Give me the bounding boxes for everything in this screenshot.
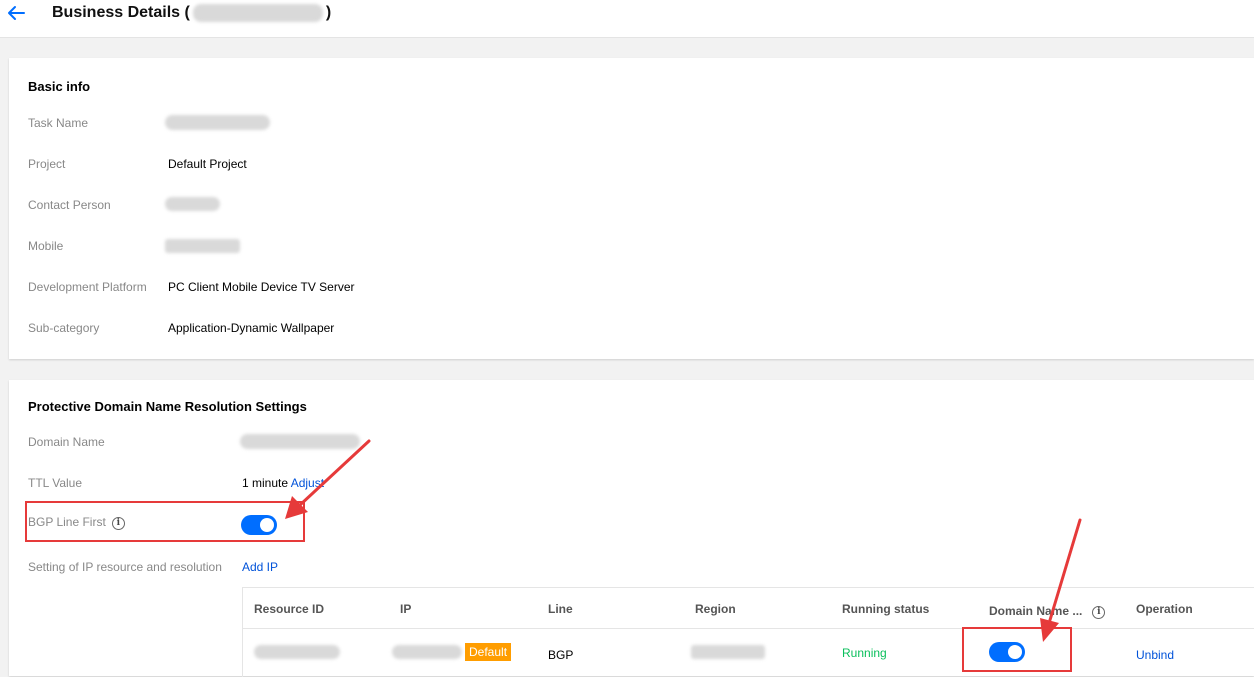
column-header-region: Region bbox=[695, 602, 736, 616]
column-header-running-status: Running status bbox=[842, 602, 930, 616]
redacted-ip bbox=[392, 645, 462, 659]
development-platform-value: PC Client Mobile Device TV Server bbox=[168, 280, 355, 294]
ip-resource-table: Resource ID IP Line Region Running statu… bbox=[242, 587, 1254, 677]
project-value: Default Project bbox=[168, 157, 247, 171]
redacted-mobile bbox=[165, 239, 240, 253]
ttl-value-group: 1 minute Adjust bbox=[242, 476, 324, 490]
redacted-business-name bbox=[192, 4, 323, 22]
info-circle-icon[interactable]: i bbox=[1092, 606, 1106, 619]
basic-info-card: Basic info Task Name Project Default Pro… bbox=[9, 58, 1254, 359]
arrow-left-icon[interactable] bbox=[7, 5, 25, 21]
redacted-resource-id bbox=[254, 645, 340, 659]
redacted-contact-person bbox=[165, 197, 220, 211]
line-value: BGP bbox=[548, 648, 574, 662]
redacted-task-name bbox=[165, 115, 270, 130]
project-label: Project bbox=[28, 157, 66, 171]
development-platform-label: Development Platform bbox=[28, 280, 147, 294]
sub-category-label: Sub-category bbox=[28, 321, 100, 335]
sub-category-value: Application-Dynamic Wallpaper bbox=[168, 321, 335, 335]
default-badge: Default bbox=[465, 643, 512, 661]
add-ip-link[interactable]: Add IP bbox=[242, 560, 278, 574]
domain-name-label: Domain Name bbox=[28, 435, 105, 449]
redacted-domain-name bbox=[240, 434, 360, 449]
table-header: Resource ID IP Line Region Running statu… bbox=[243, 588, 1254, 629]
column-header-line: Line bbox=[548, 602, 573, 616]
page-title-prefix: Business Details ( bbox=[52, 4, 190, 21]
basic-info-title: Basic info bbox=[28, 79, 91, 94]
mobile-label: Mobile bbox=[28, 239, 64, 253]
annotation-box-domain-toggle bbox=[962, 627, 1072, 672]
annotation-box-bgp bbox=[25, 501, 305, 542]
redacted-region bbox=[691, 645, 765, 659]
column-header-domain-name: Domain Name ... i bbox=[989, 604, 1106, 619]
running-status-value: Running bbox=[842, 646, 887, 660]
task-name-label: Task Name bbox=[28, 116, 89, 130]
ttl-value: 1 minute bbox=[242, 476, 289, 490]
contact-person-label: Contact Person bbox=[28, 198, 111, 212]
ip-resource-setting-label: Setting of IP resource and resolution bbox=[28, 560, 222, 574]
column-header-resource-id: Resource ID bbox=[254, 602, 325, 616]
page-title-suffix: ) bbox=[325, 4, 332, 21]
column-header-ip: IP bbox=[400, 602, 412, 616]
protect-settings-title: Protective Domain Name Resolution Settin… bbox=[28, 399, 307, 414]
page-header: Business Details ( ) bbox=[0, 0, 1254, 38]
column-header-operation: Operation bbox=[1136, 602, 1193, 616]
ttl-label: TTL Value bbox=[28, 476, 83, 490]
ttl-adjust-link[interactable]: Adjust bbox=[291, 476, 324, 490]
page-title: Business Details ( ) bbox=[52, 4, 331, 22]
unbind-link[interactable]: Unbind bbox=[1136, 648, 1174, 662]
column-header-domain-name-text: Domain Name ... bbox=[989, 604, 1083, 618]
